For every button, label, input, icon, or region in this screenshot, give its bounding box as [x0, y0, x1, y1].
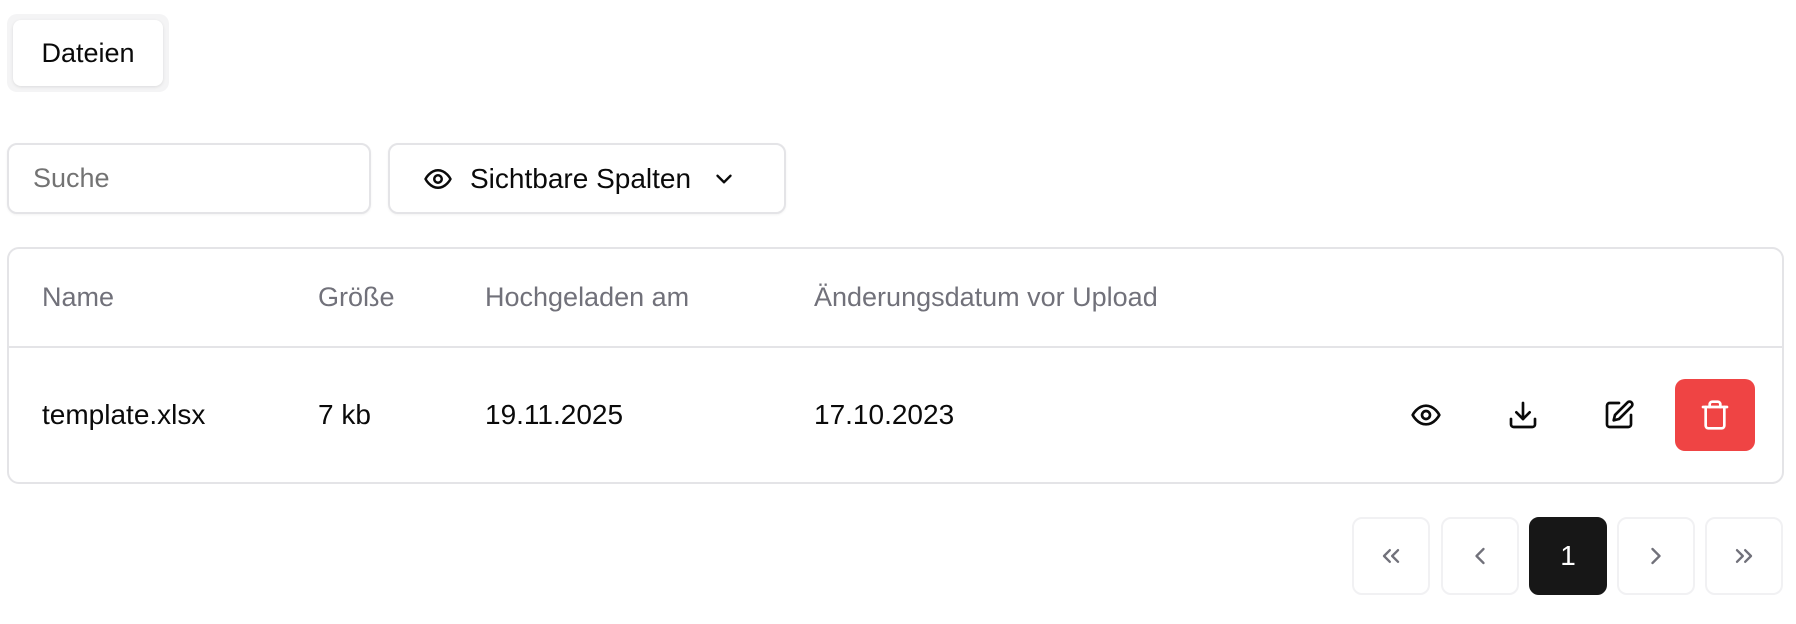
column-header-modified[interactable]: Änderungsdatum vor Upload [814, 249, 1158, 346]
previous-page-button[interactable] [1441, 517, 1519, 595]
search-input[interactable] [7, 143, 371, 214]
column-header-uploaded[interactable]: Hochgeladen am [485, 249, 689, 346]
chevron-right-icon [1642, 542, 1670, 570]
visible-columns-label: Sichtbare Spalten [470, 162, 692, 194]
chevron-left-icon [1466, 542, 1494, 570]
files-table: Name Größe Hochgeladen am Änderungsdatum… [7, 247, 1784, 484]
file-manager: Dateien Sichtbare Spalten Name Größe Hoc… [0, 0, 1796, 624]
next-page-button[interactable] [1617, 517, 1695, 595]
last-page-button[interactable] [1705, 517, 1783, 595]
tab-dateien[interactable]: Dateien [13, 20, 163, 86]
first-page-button[interactable] [1352, 517, 1430, 595]
trash-icon [1699, 399, 1731, 431]
column-header-name[interactable]: Name [42, 249, 114, 346]
eye-icon [423, 164, 453, 194]
cell-size: 7 kb [318, 399, 371, 430]
edit-button[interactable] [1579, 379, 1659, 451]
download-icon [1507, 399, 1539, 431]
cell-uploaded: 19.11.2025 [485, 399, 624, 430]
table-header: Name Größe Hochgeladen am Änderungsdatum… [9, 249, 1782, 348]
eye-icon [1410, 399, 1442, 431]
cell-modified: 17.10.2023 [814, 399, 955, 430]
visible-columns-button[interactable]: Sichtbare Spalten [388, 143, 786, 214]
page-1-button[interactable]: 1 [1529, 517, 1607, 595]
delete-button[interactable] [1675, 379, 1755, 451]
tab-list: Dateien [7, 14, 169, 92]
chevrons-right-icon [1730, 542, 1758, 570]
view-button[interactable] [1386, 379, 1466, 451]
edit-icon [1603, 399, 1635, 431]
table-row: template.xlsx 7 kb 19.11.2025 17.10.2023 [9, 346, 1782, 484]
download-button[interactable] [1483, 379, 1563, 451]
chevrons-left-icon [1377, 542, 1405, 570]
column-header-size[interactable]: Größe [318, 249, 395, 346]
chevron-down-icon [711, 166, 737, 192]
cell-name: template.xlsx [42, 399, 206, 430]
